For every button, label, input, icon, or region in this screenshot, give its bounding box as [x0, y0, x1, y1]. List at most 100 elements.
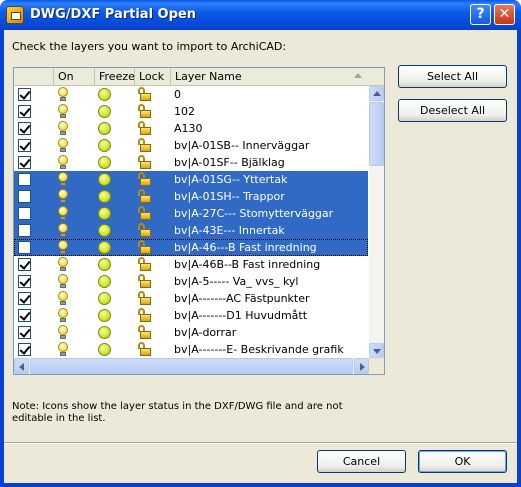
header-checkbox-col[interactable] — [14, 68, 54, 85]
header-layer-name[interactable]: Layer Name — [171, 68, 384, 85]
arrow-down-icon — [373, 349, 381, 354]
window-title: DWG/DXF Partial Open — [30, 7, 196, 22]
lock-icon — [138, 189, 152, 204]
title-bar[interactable]: DWG/DXF Partial Open ? ✕ — [0, 0, 521, 30]
lock-icon — [138, 257, 152, 272]
layer-row[interactable]: bv|A-27C--- Stomytterväggar — [14, 205, 368, 222]
layer-checkbox[interactable] — [18, 309, 31, 322]
lightbulb-icon — [57, 189, 69, 204]
layer-name: bv|A-------AC Fästpunkter — [174, 292, 310, 305]
layer-row[interactable]: 102 — [14, 103, 368, 120]
vertical-scroll-thumb[interactable] — [369, 102, 384, 166]
sun-icon — [98, 326, 111, 339]
lightbulb-icon — [57, 325, 69, 340]
layer-checkbox[interactable] — [18, 326, 31, 339]
layer-checkbox[interactable] — [18, 88, 31, 101]
layer-name: bv|A-01SB-- Innerväggar — [174, 139, 310, 152]
layer-row[interactable]: bv|A-------D1 Huvudmått — [14, 307, 368, 324]
layer-row[interactable]: bv|A-------E- Beskrivande grafik — [14, 341, 368, 358]
horizontal-scroll-thumb[interactable] — [30, 358, 353, 374]
layer-row[interactable]: 0 — [14, 86, 368, 103]
sun-icon — [98, 309, 111, 322]
lightbulb-icon — [57, 104, 69, 119]
layer-name: bv|A-46B--B Fast inredning — [174, 258, 321, 271]
lock-icon — [138, 223, 152, 238]
instruction-text: Check the layers you want to import to A… — [12, 40, 287, 53]
layer-name: bv|A-43E--- Innertak — [174, 224, 285, 237]
ok-button[interactable]: OK — [418, 450, 507, 473]
lightbulb-icon — [57, 121, 69, 136]
layer-checkbox[interactable] — [18, 190, 31, 203]
lightbulb-icon — [57, 206, 69, 221]
layer-name: bv|A-01SH-- Trappor — [174, 190, 285, 203]
header-freeze[interactable]: Freeze — [95, 68, 135, 85]
layer-checkbox[interactable] — [18, 275, 31, 288]
layer-list[interactable]: On Freeze Lock Layer Name 0 102 A130 bv|A-0… — [13, 67, 385, 375]
arrow-left-icon — [19, 363, 24, 371]
lock-icon — [138, 206, 152, 221]
lightbulb-icon — [57, 223, 69, 238]
lightbulb-icon — [57, 172, 69, 187]
sun-icon — [98, 122, 111, 135]
layer-rows: 0 102 A130 bv|A-01SB-- Innerväggar bv|A-01SF… — [14, 86, 368, 358]
layer-checkbox[interactable] — [18, 258, 31, 271]
sun-icon — [98, 258, 111, 271]
layer-checkbox[interactable] — [18, 207, 31, 220]
layer-checkbox[interactable] — [18, 224, 31, 237]
layer-checkbox[interactable] — [18, 139, 31, 152]
layer-name: 102 — [174, 105, 195, 118]
horizontal-scrollbar[interactable] — [14, 358, 369, 374]
scroll-right-button[interactable] — [354, 358, 369, 374]
lock-icon — [138, 342, 152, 357]
scroll-corner — [369, 358, 384, 374]
layer-row[interactable]: bv|A-dorrar — [14, 324, 368, 341]
header-lock[interactable]: Lock — [135, 68, 171, 85]
select-all-button[interactable]: Select All — [398, 65, 507, 88]
lock-icon — [138, 87, 152, 102]
lock-icon — [138, 155, 152, 170]
sun-icon — [98, 343, 111, 356]
layer-name: bv|A-27C--- Stomytterväggar — [174, 207, 334, 220]
layer-checkbox[interactable] — [18, 122, 31, 135]
layer-checkbox[interactable] — [18, 292, 31, 305]
layer-row[interactable]: bv|A-01SF-- Bjälklag — [14, 154, 368, 171]
help-button[interactable]: ? — [470, 4, 491, 25]
layer-row[interactable]: bv|A-5----- Va_ vvs_ kyl — [14, 273, 368, 290]
layer-checkbox[interactable] — [18, 343, 31, 356]
layer-row[interactable]: bv|A-01SG-- Yttertak — [14, 171, 368, 188]
layer-checkbox[interactable] — [18, 105, 31, 118]
scroll-up-button[interactable] — [369, 86, 384, 101]
layer-row[interactable]: bv|A-01SH-- Trappor — [14, 188, 368, 205]
lock-icon — [138, 104, 152, 119]
cancel-button[interactable]: Cancel — [317, 450, 406, 473]
deselect-all-button[interactable]: Deselect All — [398, 99, 507, 122]
layer-checkbox[interactable] — [18, 156, 31, 169]
lock-icon — [138, 274, 152, 289]
arrow-up-icon — [373, 91, 381, 96]
lightbulb-icon — [57, 240, 69, 255]
layer-checkbox[interactable] — [18, 241, 31, 254]
scroll-left-button[interactable] — [14, 358, 29, 374]
close-button[interactable]: ✕ — [494, 4, 515, 25]
sun-icon — [98, 207, 111, 220]
layer-name: 0 — [174, 88, 181, 101]
layer-row[interactable]: bv|A-01SB-- Innerväggar — [14, 137, 368, 154]
layer-row[interactable]: A130 — [14, 120, 368, 137]
layer-row[interactable]: bv|A-46---B Fast inredning — [14, 239, 368, 256]
divider — [4, 442, 517, 444]
lightbulb-icon — [57, 274, 69, 289]
layer-row[interactable]: bv|A-46B--B Fast inredning — [14, 256, 368, 273]
lock-icon — [138, 172, 152, 187]
layer-name: bv|A-5----- Va_ vvs_ kyl — [174, 275, 299, 288]
layer-row[interactable]: bv|A-43E--- Innertak — [14, 222, 368, 239]
window-frame-bottom — [0, 483, 521, 487]
header-on[interactable]: On — [54, 68, 95, 85]
scroll-down-button[interactable] — [369, 343, 384, 358]
layer-name: bv|A-01SG-- Yttertak — [174, 173, 288, 186]
layer-checkbox[interactable] — [18, 173, 31, 186]
vertical-scrollbar[interactable] — [369, 86, 384, 358]
dialog-window: DWG/DXF Partial Open ? ✕ Check the layer… — [0, 0, 521, 487]
sun-icon — [98, 292, 111, 305]
layer-row[interactable]: bv|A-------AC Fästpunkter — [14, 290, 368, 307]
lightbulb-icon — [57, 342, 69, 357]
